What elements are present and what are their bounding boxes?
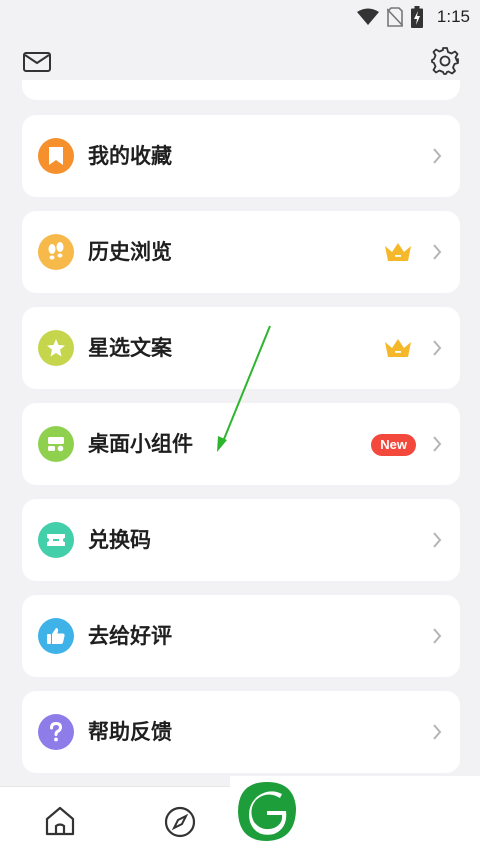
menu-item-label: 帮助反馈	[88, 720, 172, 744]
chevron-right-icon	[433, 724, 442, 740]
menu-item-label: 兑换码	[88, 528, 151, 552]
menu-item-label: 历史浏览	[88, 240, 172, 264]
chevron-right-icon	[433, 436, 442, 452]
widget-icon	[38, 426, 74, 462]
ticket-icon	[38, 522, 74, 558]
chevron-right-icon	[433, 628, 442, 644]
menu-item-label: 星选文案	[88, 336, 172, 360]
menu-item-history[interactable]: 历史浏览	[22, 211, 460, 293]
chevron-right-icon	[433, 244, 442, 260]
thumbs-up-icon	[38, 618, 74, 654]
chevron-right-icon	[433, 532, 442, 548]
leaf-logo-icon	[238, 782, 296, 841]
previous-card-edge	[22, 80, 460, 100]
menu-item-desktop-widget[interactable]: 桌面小组件 New	[22, 403, 460, 485]
menu-list: 我的收藏 历史浏览 星选文案 桌面小组件 New 兑换码 去给好评 帮助反馈	[22, 115, 460, 787]
menu-item-label: 我的收藏	[88, 144, 172, 168]
compass-icon[interactable]	[163, 805, 197, 839]
crown-icon	[385, 339, 411, 357]
wifi-icon	[356, 8, 379, 25]
battery-charging-icon	[410, 6, 423, 28]
menu-item-label: 去给好评	[88, 624, 172, 648]
status-bar: 1:15	[0, 0, 480, 34]
menu-item-help-feedback[interactable]: 帮助反馈	[22, 691, 460, 773]
bookmark-icon	[38, 138, 74, 174]
mail-icon[interactable]	[22, 50, 52, 74]
status-time: 1:15	[436, 7, 470, 26]
new-badge: New	[371, 434, 416, 456]
menu-item-starred-copy[interactable]: 星选文案	[22, 307, 460, 389]
question-icon	[38, 714, 74, 750]
menu-item-rate-us[interactable]: 去给好评	[22, 595, 460, 677]
menu-item-favorites[interactable]: 我的收藏	[22, 115, 460, 197]
status-icons: 1:15	[356, 6, 470, 28]
chevron-right-icon	[433, 340, 442, 356]
gear-icon[interactable]	[430, 46, 460, 76]
crown-icon	[385, 243, 411, 261]
watermark-area	[230, 776, 480, 854]
menu-item-redeem-code[interactable]: 兑换码	[22, 499, 460, 581]
chevron-right-icon	[433, 148, 442, 164]
footprints-icon	[38, 234, 74, 270]
home-icon[interactable]	[44, 805, 76, 837]
menu-item-label: 桌面小组件	[88, 432, 193, 456]
star-icon	[38, 330, 74, 366]
no-sim-icon	[386, 7, 403, 27]
